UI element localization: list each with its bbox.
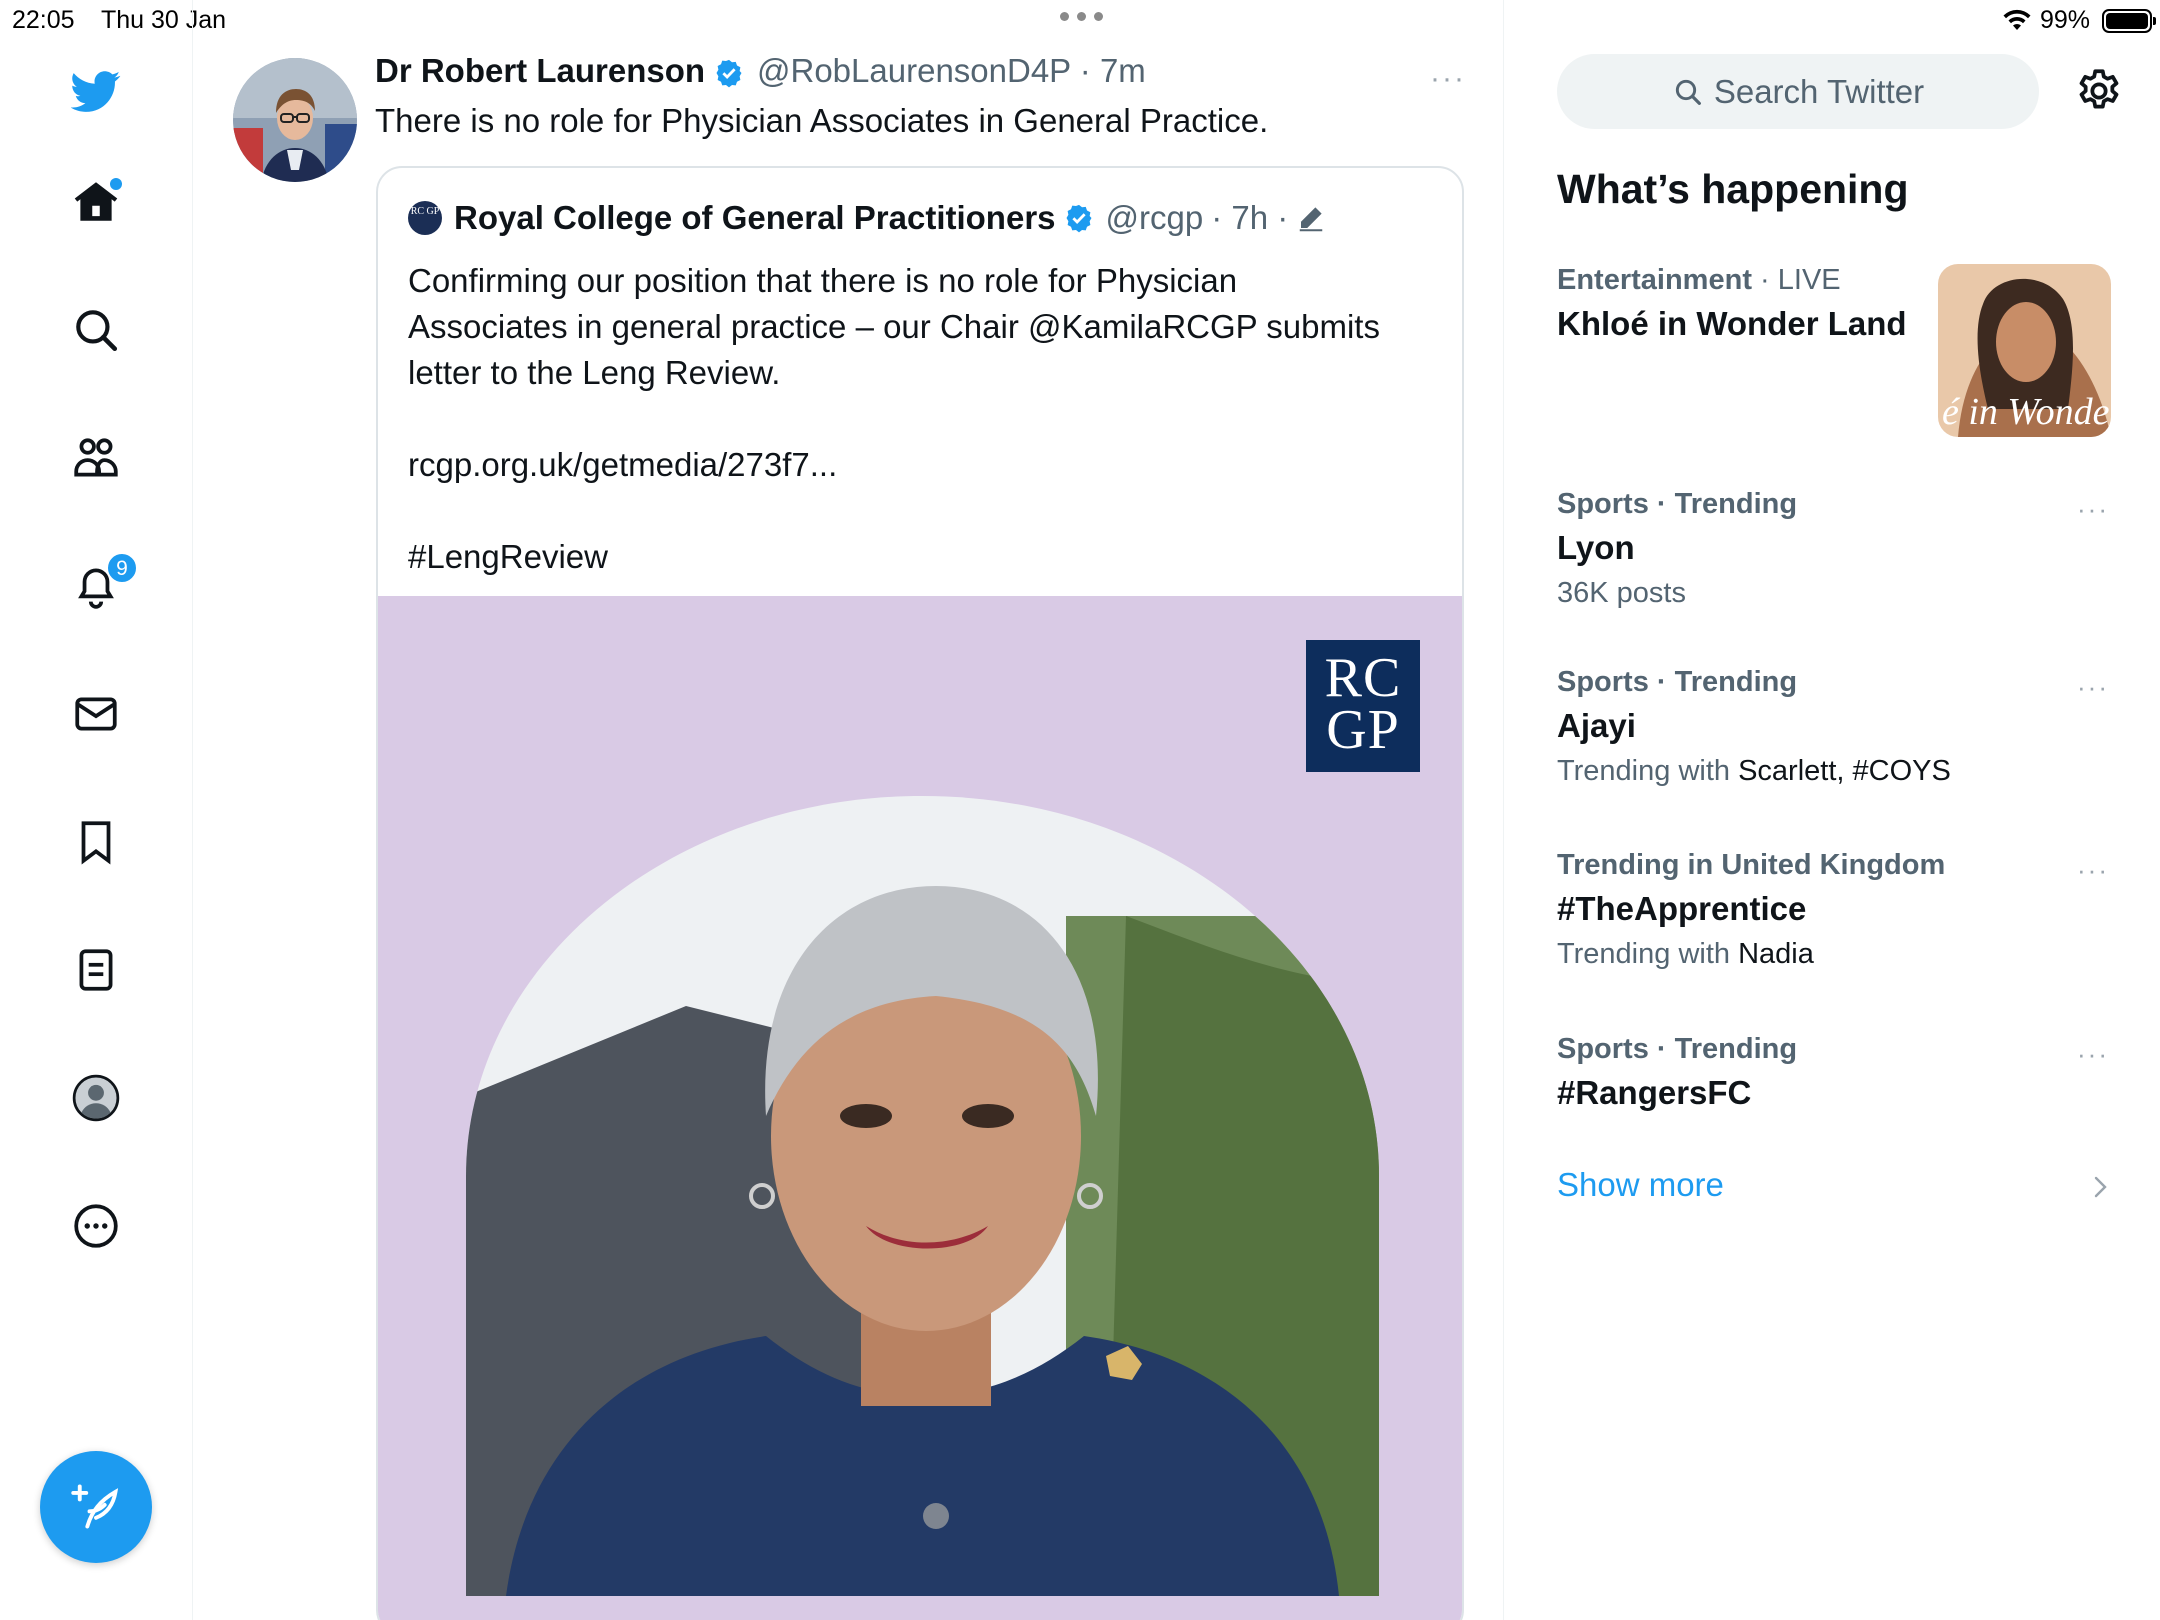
nav-lists[interactable] bbox=[62, 936, 130, 1004]
quoted-tweet[interactable]: RC GP Royal College of General Practitio… bbox=[376, 166, 1464, 1620]
trend-post-count: 36K posts bbox=[1557, 577, 2117, 610]
search-icon bbox=[1675, 79, 1701, 105]
mail-icon bbox=[75, 697, 117, 731]
quoted-text-line: letter to the Leng Review. bbox=[408, 354, 781, 391]
trend-category: Sports · Trending bbox=[1557, 1033, 1798, 1065]
trend-more-button[interactable]: ··· bbox=[2077, 1039, 2109, 1070]
search-icon bbox=[76, 310, 118, 352]
quoted-text-line bbox=[408, 396, 1448, 442]
quoted-media-image[interactable]: RC GP bbox=[378, 596, 1462, 1620]
trend-name: Lyon bbox=[1557, 529, 1635, 566]
quoted-text-line bbox=[408, 488, 1448, 534]
trend-related: Trending with Nadia bbox=[1557, 938, 2117, 971]
more-circle-icon bbox=[74, 1204, 118, 1248]
nav-more[interactable] bbox=[62, 1192, 130, 1260]
trend-meta: Trending in United Kingdom bbox=[1557, 849, 2117, 882]
trend-sub-highlight: Scarlett, #COYS bbox=[1738, 755, 1951, 787]
battery-icon bbox=[2102, 9, 2156, 33]
edited-pencil-icon bbox=[1300, 207, 1323, 232]
tweet-author-handle[interactable]: @RobLaurensonD4P bbox=[757, 52, 1071, 89]
trend-category: Sports · Trending bbox=[1557, 666, 1798, 698]
list-icon bbox=[79, 949, 113, 991]
author-avatar[interactable] bbox=[233, 58, 357, 182]
verified-badge-icon bbox=[716, 60, 742, 88]
trend-more-button[interactable]: ··· bbox=[2077, 855, 2109, 886]
nav-bookmarks[interactable] bbox=[62, 808, 130, 876]
trend-name: #TheApprentice bbox=[1557, 890, 1807, 927]
communities-icon bbox=[74, 438, 118, 477]
portrait-photo bbox=[466, 796, 1379, 1596]
verified-badge-icon bbox=[1066, 204, 1092, 233]
quoted-author-handle: @rcgp bbox=[1105, 199, 1204, 236]
chevron-right-icon bbox=[2094, 1176, 2107, 1198]
trend-category: Sports · Trending bbox=[1557, 488, 1798, 520]
trend-meta: Sports · Trending bbox=[1557, 666, 2117, 699]
trend-name: Ajayi bbox=[1557, 707, 1636, 744]
nav-home[interactable] bbox=[62, 168, 130, 236]
trend-item[interactable]: Sports · Trending #RangersFC ··· bbox=[1557, 1033, 2117, 1112]
trend-thumbnail[interactable]: é in Wonder L bbox=[1938, 264, 2111, 437]
twitter-logo-icon[interactable] bbox=[62, 56, 130, 124]
search-input[interactable]: Search Twitter bbox=[1557, 54, 2039, 129]
trend-sub-prefix: Trending with bbox=[1557, 755, 1739, 787]
trend-item[interactable]: Trending in United Kingdom #TheApprentic… bbox=[1557, 849, 2117, 971]
tweet-author-name-text: Dr Robert Laurenson bbox=[375, 52, 706, 89]
trend-sub-prefix: Trending with bbox=[1557, 938, 1739, 970]
trend-meta: Sports · Trending bbox=[1557, 1033, 2117, 1066]
trend-category: Trending in United Kingdom bbox=[1557, 849, 1946, 881]
search-placeholder: Search Twitter bbox=[1713, 72, 1925, 110]
battery-percentage: 99% bbox=[2040, 6, 2091, 34]
nav-explore[interactable] bbox=[62, 296, 130, 364]
trend-more-button[interactable]: ··· bbox=[2077, 672, 2109, 703]
quoted-text-line: Confirming our position that there is no… bbox=[408, 262, 1238, 299]
quoted-text-line: Associates in general practice – our Cha… bbox=[408, 308, 1380, 345]
notification-count-badge: 9 bbox=[106, 552, 138, 584]
trend-more-button[interactable]: ··· bbox=[2077, 494, 2109, 525]
wifi-icon bbox=[2003, 9, 2031, 30]
nav-notifications[interactable]: 9 bbox=[62, 552, 138, 620]
tweet-author-handle-row: @RobLaurensonD4P · 7m bbox=[757, 52, 1146, 90]
nav-messages[interactable] bbox=[62, 680, 130, 748]
tweet-author-name[interactable]: Dr Robert Laurenson bbox=[375, 52, 744, 90]
trend-name: #RangersFC bbox=[1557, 1074, 1752, 1111]
rcgp-logo: RC GP bbox=[1306, 640, 1420, 772]
compose-tweet-button[interactable] bbox=[40, 1451, 152, 1563]
nav-profile[interactable] bbox=[62, 1064, 130, 1132]
trend-sub-highlight: Nadia bbox=[1738, 938, 1814, 970]
quoted-link[interactable]: rcgp.org.uk/getmedia/273f7... bbox=[408, 442, 1448, 488]
unread-dot bbox=[110, 178, 122, 190]
show-more-link[interactable]: Show more bbox=[1557, 1166, 1724, 1204]
rcgp-logo-line2: GP bbox=[1326, 699, 1400, 761]
quoted-timestamp: · 7h · bbox=[1211, 199, 1289, 236]
quoted-author-name: Royal College of General Practitioners bbox=[454, 199, 1056, 236]
feather-plus-icon bbox=[71, 1484, 119, 1529]
rcgp-avatar: RC GP bbox=[408, 201, 442, 235]
trend-item[interactable]: Sports · Trending Lyon 36K posts ··· bbox=[1557, 488, 2117, 610]
trend-related: Trending with Scarlett, #COYS bbox=[1557, 755, 2117, 788]
section-title: What’s happening bbox=[1557, 166, 1909, 212]
quoted-hashtag[interactable]: #LengReview bbox=[408, 534, 1448, 580]
trend-thumbnail-caption: é in Wonder L bbox=[1942, 391, 2111, 433]
trend-item[interactable]: Sports · Trending Ajayi Trending with Sc… bbox=[1557, 666, 2117, 788]
gear-icon[interactable] bbox=[2074, 66, 2124, 116]
trend-category: Entertainment bbox=[1557, 264, 1752, 296]
rcgp-logo-line1: RC bbox=[1324, 647, 1402, 709]
quoted-tweet-text: Confirming our position that there is no… bbox=[408, 258, 1448, 580]
profile-avatar-icon bbox=[72, 1074, 120, 1122]
trend-meta: Sports · Trending bbox=[1557, 488, 2117, 521]
tweet-timestamp[interactable]: · 7m bbox=[1080, 52, 1146, 89]
trend-context: · LIVE bbox=[1760, 264, 1841, 296]
sidebar-nav: 9 bbox=[0, 0, 193, 1620]
bookmark-icon bbox=[81, 821, 111, 865]
tweet-text: There is no role for Physician Associate… bbox=[375, 102, 1269, 139]
tweet-more-button[interactable]: ··· bbox=[1430, 62, 1466, 96]
trend-sub-prefix: 36K posts bbox=[1557, 577, 1686, 609]
quoted-tweet-header: RC GP Royal College of General Practitio… bbox=[408, 198, 1326, 238]
nav-communities[interactable] bbox=[62, 424, 130, 492]
